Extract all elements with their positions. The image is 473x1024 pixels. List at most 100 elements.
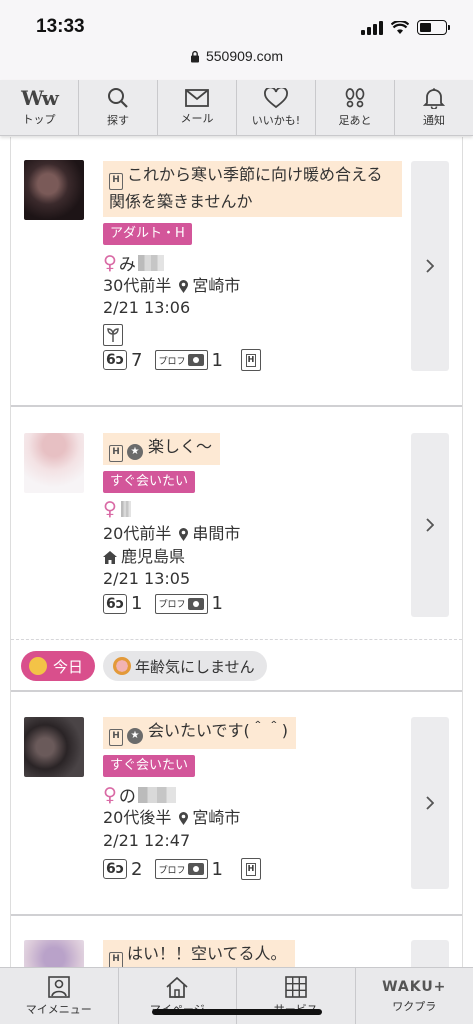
post-message-text: はい！！空いてる人。 — [127, 944, 287, 963]
bottom-nav-wakupla-label: ワクプラ — [392, 999, 437, 1013]
open-post-button[interactable] — [411, 717, 449, 889]
h-badge-icon: H — [240, 349, 261, 371]
bottom-nav-mymenu-label: マイメニュー — [25, 1002, 92, 1016]
prof-label: プロフ — [158, 356, 186, 367]
chevron-right-icon — [426, 518, 434, 532]
message-icon: H — [109, 952, 123, 967]
hometown: 鹿児島県 — [103, 547, 185, 567]
category-tag: すぐ会いたい — [103, 755, 196, 777]
divider — [11, 639, 462, 640]
post-message-text: これから寒い季節に向け暖め合える関係を築きませんか — [109, 165, 383, 211]
age-chip[interactable]: 年齢気にしません — [103, 651, 267, 681]
bottom-nav-mypage[interactable]: マイページ — [119, 968, 237, 1024]
post-datetime: 2/21 13:06 — [103, 298, 191, 317]
avatar[interactable] — [24, 160, 84, 220]
home-indicator[interactable] — [152, 1009, 322, 1015]
post-feed: H これから寒い季節に向け暖め合える関係を築きませんか アダルト・H ♀ み 30… — [10, 137, 463, 967]
open-post-button[interactable] — [411, 161, 449, 371]
nav-notifications[interactable]: 通知 — [395, 80, 473, 135]
chevron-right-icon — [426, 259, 434, 273]
nav-likes[interactable]: いいかも! — [237, 80, 316, 135]
photo-count: 1 — [211, 593, 223, 614]
photo-count: 1 — [211, 858, 223, 880]
location-text: 串間市 — [192, 524, 241, 543]
post-message[interactable]: H ★ 楽しく〜 — [103, 433, 221, 465]
nav-top-label: トップ — [22, 113, 56, 126]
avatar[interactable] — [24, 717, 84, 777]
location-pin-icon — [179, 811, 189, 825]
profile-photo-badge: プロフ — [154, 350, 208, 370]
sprout-icon — [103, 324, 123, 346]
address-bar[interactable]: 550909.com — [0, 48, 473, 64]
avatar[interactable] — [24, 940, 84, 967]
nav-mail[interactable]: メール — [158, 80, 237, 135]
post-message[interactable]: H ★ 会いたいです(＾＾) — [103, 717, 297, 749]
age-location: 20代後半 宮崎市 — [103, 808, 240, 828]
today-chip-label: 今日 — [53, 657, 84, 676]
bottom-navigation: マイメニュー マイページ サービス WAKU+ ワクプラ — [0, 967, 473, 1024]
location-pin-icon — [179, 527, 189, 541]
views-count: 7 — [131, 349, 143, 371]
nav-top[interactable]: Ww トップ — [0, 80, 79, 135]
nav-likes-label: いいかも! — [251, 113, 301, 127]
views-icon: 6ɔ — [103, 350, 128, 370]
photo-count: 1 — [211, 349, 223, 371]
bottom-nav-wakupla[interactable]: WAKU+ ワクプラ — [356, 968, 473, 1024]
waku-plus-logo: WAKU+ — [382, 978, 447, 995]
age-location: 30代前半 宮崎市 — [103, 276, 240, 296]
attribute-icons — [103, 324, 123, 346]
nav-footprints-label: 足あと — [338, 114, 372, 127]
wifi-icon — [391, 20, 409, 35]
post-stats: 6ɔ 7 プロフ 1 H — [103, 349, 261, 371]
user-name: ♀ — [103, 498, 131, 520]
star-icon: ★ — [127, 728, 143, 744]
location-pin-icon — [179, 279, 189, 293]
status-bar: 13:33 550909.com — [0, 0, 473, 80]
message-icon: H — [109, 729, 123, 746]
filter-chips: 今日 年齢気にしません — [11, 641, 462, 691]
profile-icon — [47, 975, 70, 998]
heart-icon — [264, 87, 288, 108]
bottom-nav-services[interactable]: サービス — [237, 968, 356, 1024]
category-tag: アダルト・H — [103, 223, 192, 245]
post-message[interactable]: H はい！！空いてる人。 — [103, 940, 295, 967]
nav-search[interactable]: 探す — [79, 80, 158, 135]
open-post-button[interactable] — [411, 433, 449, 617]
open-post-button[interactable] — [411, 940, 449, 967]
camera-icon — [187, 354, 204, 366]
avatar[interactable] — [24, 433, 84, 493]
location-text: 宮崎市 — [192, 276, 241, 295]
search-icon — [108, 88, 128, 108]
views-icon: 6ɔ — [103, 859, 128, 879]
category-tag: すぐ会いたい — [103, 471, 196, 493]
nav-notifications-label: 通知 — [423, 114, 445, 127]
views-count: 1 — [131, 593, 143, 614]
nav-search-label: 探す — [107, 114, 129, 127]
bottom-nav-mymenu[interactable]: マイメニュー — [0, 968, 119, 1024]
list-item[interactable]: H ★ 会いたいです(＾＾) すぐ会いたい ♀ の 20代後半 宮崎市 2/21 1… — [11, 692, 462, 914]
age-chip-label: 年齢気にしません — [135, 657, 255, 676]
post-stats: 6ɔ 1 プロフ 1 — [103, 593, 223, 614]
post-datetime: 2/21 13:05 — [103, 569, 191, 588]
prof-label: プロフ — [158, 600, 186, 610]
post-message-text: 会いたいです(＾＾) — [148, 721, 289, 740]
location-text: 宮崎市 — [192, 808, 241, 827]
user-name: ♀ み — [103, 250, 164, 275]
female-icon: ♀ — [103, 251, 117, 274]
list-item[interactable]: H はい！！空いてる人。 — [11, 916, 462, 967]
post-message[interactable]: H これから寒い季節に向け暖め合える関係を築きませんか — [103, 161, 402, 217]
user-name: ♀ の — [103, 782, 176, 807]
age-text: 20代前半 — [103, 524, 172, 543]
nav-footprints[interactable]: 足あと — [316, 80, 395, 135]
prof-label: プロフ — [158, 865, 186, 876]
age-text: 30代前半 — [103, 276, 172, 295]
nav-mail-label: メール — [180, 112, 214, 125]
list-item[interactable]: H これから寒い季節に向け暖め合える関係を築きませんか アダルト・H ♀ み 30… — [11, 137, 462, 407]
today-chip[interactable]: 今日 — [21, 651, 96, 681]
list-item[interactable]: H ★ 楽しく〜 すぐ会いたい ♀ 20代前半 串間市 鹿児島県 2/21 13:0… — [11, 407, 462, 639]
female-icon: ♀ — [103, 498, 117, 520]
camera-icon — [187, 863, 204, 875]
message-icon: H — [109, 173, 123, 190]
user-name-text: み — [118, 255, 136, 275]
mail-icon — [185, 89, 209, 107]
